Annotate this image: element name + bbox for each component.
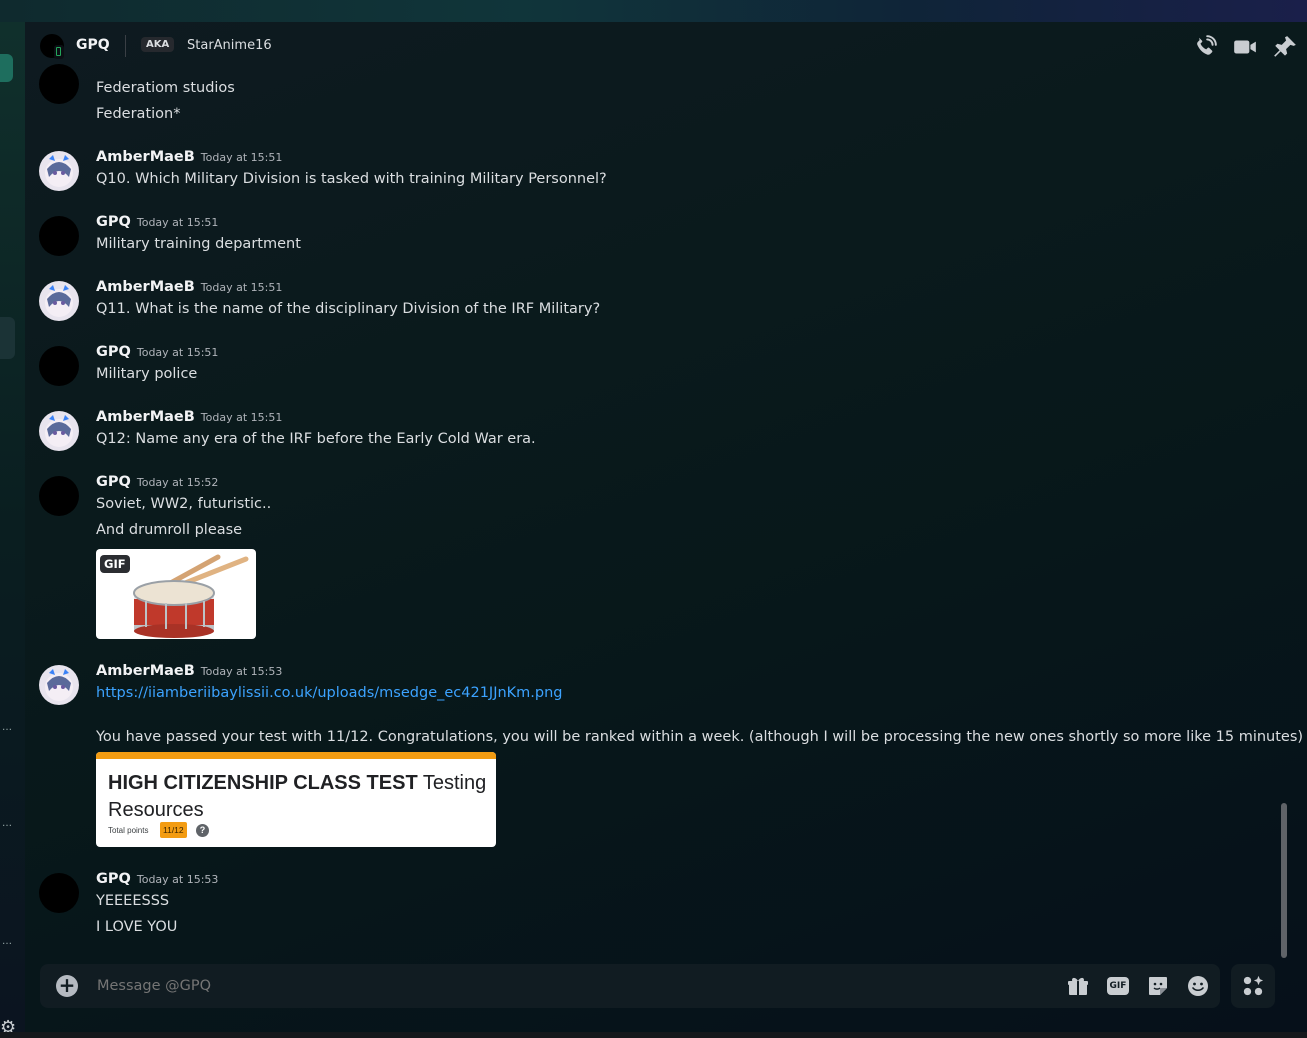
message-timestamp: Today at 15:53 xyxy=(200,665,283,678)
score-badge: 11/12 xyxy=(160,822,187,838)
gift-icon[interactable] xyxy=(1066,974,1090,998)
message-text: Federation* xyxy=(96,106,181,122)
total-points-label: Total points xyxy=(108,826,149,835)
message-timestamp: Today at 15:51 xyxy=(136,216,219,229)
message-author[interactable]: GPQ Today at 15:53 xyxy=(96,871,218,887)
ambermaeb-avatar[interactable] xyxy=(39,411,79,451)
taskbar-edge xyxy=(0,1032,1307,1038)
help-icon: ? xyxy=(196,824,209,837)
dm-header: GPQ AKA StarAnime16 xyxy=(25,22,1307,70)
message-timestamp: Today at 15:53 xyxy=(136,873,219,886)
message-composer: + GIF xyxy=(40,964,1220,1008)
message-author[interactable]: AmberMaeB Today at 15:53 xyxy=(96,663,282,679)
scrollbar-thumb[interactable] xyxy=(1281,803,1287,958)
message-text: Q11. What is the name of the disciplinar… xyxy=(96,301,601,317)
message-text: Federatiom studios xyxy=(96,80,235,96)
server-rail: … … … ⚙ xyxy=(0,22,25,1038)
gpq-avatar[interactable] xyxy=(39,346,79,386)
header-username[interactable]: GPQ xyxy=(76,37,110,53)
aka-badge: AKA xyxy=(141,37,175,52)
pin-icon[interactable] xyxy=(1272,34,1298,60)
message-author[interactable]: GPQ Today at 15:51 xyxy=(96,214,218,230)
ambermaeb-avatar[interactable] xyxy=(39,665,79,705)
rail-highlight-item[interactable] xyxy=(0,317,15,359)
card-title: HIGH CITIZENSHIP CLASS TEST Testing Reso… xyxy=(108,772,487,821)
voice-call-icon[interactable] xyxy=(1192,34,1218,60)
rail-selected-tab[interactable] xyxy=(0,54,13,82)
attach-plus-icon[interactable]: + xyxy=(56,975,78,997)
test-result-image[interactable]: HIGH CITIZENSHIP CLASS TEST Testing Reso… xyxy=(96,752,496,847)
gpq-avatar[interactable] xyxy=(39,873,79,913)
message-timestamp: Today at 15:52 xyxy=(136,476,219,489)
message-author[interactable]: GPQ Today at 15:51 xyxy=(96,344,218,360)
ambermaeb-avatar[interactable] xyxy=(39,281,79,321)
apps-button[interactable] xyxy=(1231,964,1275,1008)
drumroll-gif[interactable]: GIF xyxy=(96,549,256,639)
gpq-avatar[interactable] xyxy=(39,476,79,516)
message-input[interactable] xyxy=(95,977,999,995)
card-accent-bar xyxy=(96,752,496,759)
header-alias: StarAnime16 xyxy=(187,38,272,53)
rail-overflow-dots: … xyxy=(2,818,12,829)
sticker-icon[interactable] xyxy=(1146,974,1170,998)
message-text: And drumroll please xyxy=(96,522,243,538)
message-text: YEEEESSS xyxy=(96,893,170,909)
rail-overflow-dots: … xyxy=(2,936,12,947)
message-timestamp: Today at 15:51 xyxy=(136,346,219,359)
message-link[interactable]: https://iiamberiibaylissii.co.uk/uploads… xyxy=(96,685,563,701)
gpq-avatar[interactable] xyxy=(39,216,79,256)
message-author[interactable]: GPQ Today at 15:52 xyxy=(96,474,218,490)
video-call-icon[interactable] xyxy=(1232,34,1258,60)
ambermaeb-avatar[interactable] xyxy=(39,151,79,191)
message-text: Soviet, WW2, futuristic.. xyxy=(96,496,272,512)
emoji-icon[interactable] xyxy=(1186,974,1210,998)
message-timestamp: Today at 15:51 xyxy=(200,411,283,424)
gif-picker-label: GIF xyxy=(1107,977,1129,995)
message-timestamp: Today at 15:51 xyxy=(200,151,283,164)
message-text: I LOVE YOU xyxy=(96,919,178,935)
mobile-status-icon xyxy=(54,45,64,59)
gif-badge: GIF xyxy=(100,555,130,573)
gif-picker-icon[interactable]: GIF xyxy=(1106,974,1130,998)
message-text: Military police xyxy=(96,366,198,382)
rail-overflow-dots: … xyxy=(2,722,12,733)
message-timestamp: Today at 15:51 xyxy=(200,281,283,294)
message-text: You have passed your test with 11/12. Co… xyxy=(96,729,1304,745)
gpq-avatar[interactable] xyxy=(39,64,79,104)
header-divider xyxy=(125,35,126,57)
message-text: Q10. Which Military Division is tasked w… xyxy=(96,171,607,187)
message-text: Q12: Name any era of the IRF before the … xyxy=(96,431,536,447)
apps-icon xyxy=(1243,975,1264,996)
message-text: Military training department xyxy=(96,236,301,252)
message-author[interactable]: AmberMaeB Today at 15:51 xyxy=(96,409,282,425)
message-author[interactable]: AmberMaeB Today at 15:51 xyxy=(96,279,282,295)
message-author[interactable]: AmberMaeB Today at 15:51 xyxy=(96,149,282,165)
window-top-strip xyxy=(0,0,1307,22)
